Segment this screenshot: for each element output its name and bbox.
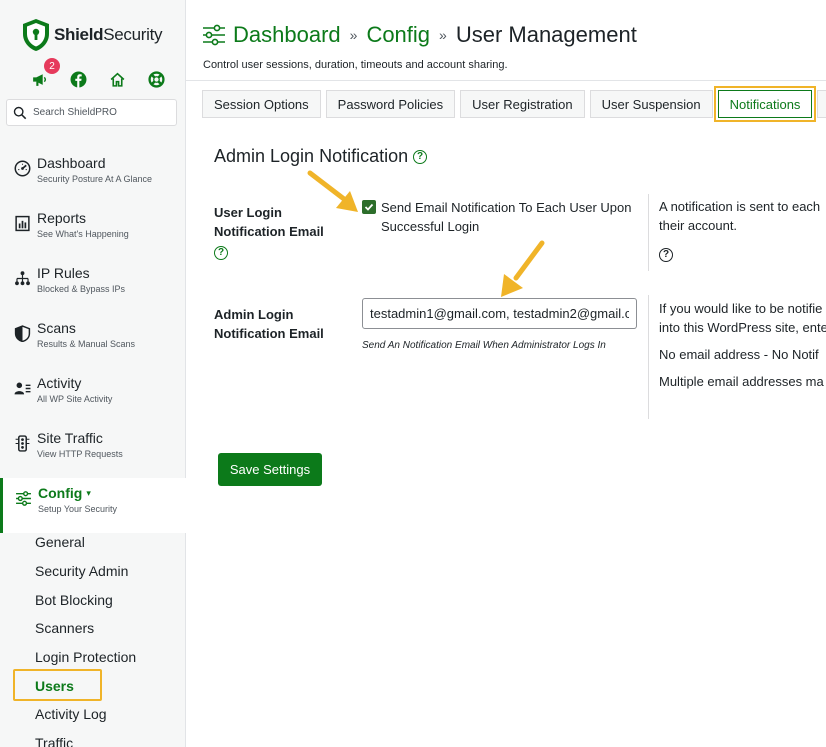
highlight-box <box>13 669 102 701</box>
sidebar-item-sublabel: Results & Manual Scans <box>37 339 136 349</box>
tab-user-suspension[interactable]: User Suspension <box>589 90 713 118</box>
notifications-button[interactable]: 2 <box>28 58 60 90</box>
divider <box>186 80 826 81</box>
brand-logo[interactable]: ShieldSecurity <box>22 18 163 52</box>
chevron-down-icon: ▾ <box>86 488 91 498</box>
submenu-item-login-protection[interactable]: Login Protection <box>0 643 186 672</box>
sliders-icon <box>14 489 32 507</box>
support-button[interactable] <box>145 68 167 90</box>
sidebar-item-label: Site Traffic <box>37 430 103 446</box>
traffic-light-icon <box>13 434 31 452</box>
section-title: Admin Login Notification ? <box>214 146 428 167</box>
sidebar-item-sublabel: Setup Your Security <box>38 504 118 514</box>
submenu-item-activity-log[interactable]: Activity Log <box>0 700 186 729</box>
sidebar-item-sublabel: Blocked & Bypass IPs <box>37 284 126 294</box>
quick-actions: 2 <box>28 58 167 90</box>
facebook-button[interactable] <box>67 68 89 90</box>
submenu-item-security-admin[interactable]: Security Admin <box>0 557 186 586</box>
tab-more[interactable]: C <box>817 90 826 118</box>
admin-email-hint: Send An Notification Email When Administ… <box>362 340 606 351</box>
save-settings-button[interactable]: Save Settings <box>218 453 322 486</box>
sidebar-item-label: Activity <box>37 375 82 391</box>
sidebar-item-reports[interactable]: Reports See What's Happening <box>0 203 186 258</box>
home-icon <box>110 72 124 87</box>
shield-half-icon <box>13 324 31 342</box>
breadcrumb-separator: » <box>439 27 447 43</box>
search-input[interactable] <box>33 107 173 118</box>
sidebar-item-sublabel: All WP Site Activity <box>37 394 113 404</box>
help-icon[interactable]: ? <box>413 149 428 164</box>
sidebar-item-activity[interactable]: Activity All WP Site Activity <box>0 368 186 423</box>
sidebar-item-label: Config ▾ <box>38 485 91 501</box>
sliders-icon <box>203 24 225 46</box>
sidebar-item-label: IP Rules <box>37 265 90 281</box>
admin-email-input[interactable] <box>362 298 637 329</box>
submenu-item-traffic[interactable]: Traffic <box>0 729 186 747</box>
user-login-checkbox[interactable] <box>362 200 376 214</box>
sidebar-item-site-traffic[interactable]: Site Traffic View HTTP Requests <box>0 423 186 478</box>
help-icon[interactable]: ? <box>214 245 228 260</box>
divider <box>648 194 649 271</box>
annotation-arrow-icon <box>307 170 358 212</box>
report-chart-icon <box>13 214 31 232</box>
sidebar-item-sublabel: See What's Happening <box>37 229 129 239</box>
sidebar-item-sublabel: View HTTP Requests <box>37 449 123 459</box>
main-content: Dashboard » Config » User Management Con… <box>186 0 826 747</box>
megaphone-icon <box>32 73 46 86</box>
user-login-description: A notification is sent to each their acc… <box>659 199 821 262</box>
tab-bar: Session Options Password Policies User R… <box>202 86 826 122</box>
config-submenu: General Security Admin Bot Blocking Scan… <box>0 528 186 747</box>
sidebar-item-label: Dashboard <box>37 155 106 171</box>
user-login-checkbox-row[interactable]: Send Email Notification To Each User Upo… <box>362 198 638 236</box>
annotation-arrow-icon <box>501 240 545 297</box>
sidebar-item-label: Scans <box>37 320 76 336</box>
tab-user-registration[interactable]: User Registration <box>460 90 585 118</box>
sidebar-item-scans[interactable]: Scans Results & Manual Scans <box>0 313 186 368</box>
home-button[interactable] <box>106 68 128 90</box>
person-lines-icon <box>13 379 31 397</box>
admin-login-label: Admin Login Notification Email <box>214 307 324 341</box>
sidebar-item-ip-rules[interactable]: IP Rules Blocked & Bypass IPs <box>0 258 186 313</box>
sidebar: ShieldSecurity 2 Dashboard Security Post… <box>0 0 186 747</box>
shield-logo-icon <box>23 19 49 51</box>
tab-notifications[interactable]: Notifications <box>713 86 817 122</box>
submenu-item-bot-blocking[interactable]: Bot Blocking <box>0 585 186 614</box>
admin-login-description: If you would like to be notifie into thi… <box>659 301 826 389</box>
speedometer-icon <box>13 159 31 177</box>
notifications-badge: 2 <box>44 58 60 74</box>
help-icon[interactable]: ? <box>659 247 673 262</box>
sidebar-item-label: Reports <box>37 210 87 226</box>
sidebar-item-config[interactable]: Config ▾ Setup Your Security <box>0 478 186 533</box>
breadcrumb-separator: » <box>349 27 358 43</box>
brand-name: ShieldSecurity <box>54 25 163 44</box>
tab-password-policies[interactable]: Password Policies <box>325 90 456 118</box>
checkmark-icon <box>364 203 374 211</box>
search-box[interactable] <box>6 99 177 126</box>
page-subtitle: Control user sessions, duration, timeout… <box>203 59 508 71</box>
breadcrumb-dashboard[interactable]: Dashboard <box>233 22 341 48</box>
sidebar-item-dashboard[interactable]: Dashboard Security Posture At A Glance <box>0 148 186 203</box>
breadcrumb-config[interactable]: Config <box>366 22 430 48</box>
submenu-item-scanners[interactable]: Scanners <box>0 614 186 643</box>
user-login-checkbox-label: Send Email Notification To Each User Upo… <box>381 200 632 234</box>
divider <box>648 295 649 419</box>
lifebuoy-icon <box>147 70 165 88</box>
page-title: User Management <box>455 22 637 47</box>
sidebar-item-sublabel: Security Posture At A Glance <box>37 174 153 184</box>
facebook-icon <box>70 71 86 87</box>
submenu-item-general[interactable]: General <box>0 528 186 557</box>
breadcrumb: Dashboard » Config » User Management <box>202 22 637 48</box>
network-icon <box>13 269 31 287</box>
tab-session-options[interactable]: Session Options <box>202 90 321 118</box>
sidebar-nav: Dashboard Security Posture At A Glance R… <box>0 148 186 533</box>
search-icon <box>13 106 27 119</box>
